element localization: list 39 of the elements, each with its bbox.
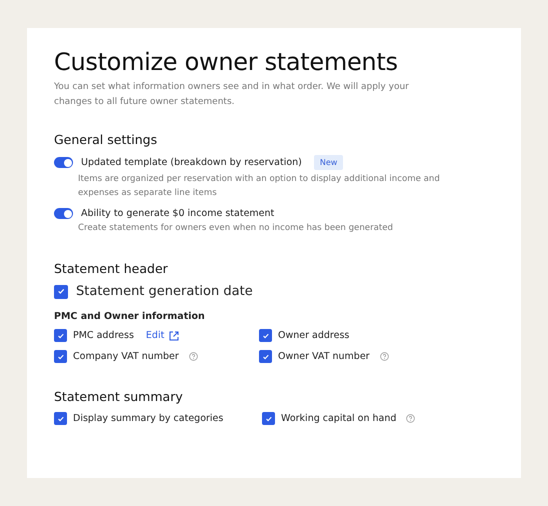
option-label: PMC address [73, 330, 134, 341]
toggle-switch[interactable] [54, 157, 73, 168]
subsection-heading: PMC and Owner information [54, 311, 206, 322]
checkbox[interactable] [262, 412, 275, 425]
checkmark-icon [56, 352, 64, 360]
external-link-icon [169, 330, 180, 340]
section-heading: General settings [54, 132, 158, 147]
option-label: Statement generation date [76, 284, 253, 299]
checkmark-icon [264, 414, 272, 422]
toggle-label: Ability to generate $0 income statement [81, 208, 274, 219]
new-badge: New [314, 155, 344, 170]
checkbox[interactable] [54, 329, 67, 342]
checkmark-icon [56, 414, 64, 422]
checkmark-icon [262, 332, 270, 340]
toggle-description: Items are organized per reservation with an option to display additional income and expenses as separate line items [78, 173, 441, 200]
checkmark-icon [262, 352, 270, 360]
section-heading: Statement header [54, 261, 169, 276]
checkbox[interactable] [54, 412, 67, 425]
option-label: Working capital on hand [281, 413, 396, 424]
section-heading: Statement summary [54, 389, 184, 404]
option-label: Owner address [278, 330, 350, 341]
option-label: Owner VAT number [278, 351, 370, 362]
checkmark-icon [56, 287, 66, 296]
toggle-label: Updated template (breakdown by reservation) [81, 157, 302, 168]
checkbox[interactable] [259, 329, 272, 342]
checkmark-icon [56, 332, 64, 340]
page-title: Customize owner statements [54, 48, 399, 76]
edit-link[interactable]: Edit [146, 330, 180, 341]
help-icon[interactable] [406, 414, 416, 423]
help-icon[interactable] [188, 352, 198, 361]
checkbox[interactable] [259, 350, 272, 363]
toggle-description: Create statements for owners even when no income has been generated [78, 222, 394, 235]
page-description: You can set what information owners see and in what order. We will apply your changes to all future owner statements. [54, 81, 410, 109]
checkbox[interactable] [54, 350, 67, 363]
option-label: Display summary by categories [73, 413, 224, 424]
help-icon[interactable] [380, 352, 389, 361]
checkbox[interactable] [54, 284, 68, 298]
option-label: Company VAT number [73, 351, 179, 362]
toggle-switch[interactable] [54, 208, 73, 219]
